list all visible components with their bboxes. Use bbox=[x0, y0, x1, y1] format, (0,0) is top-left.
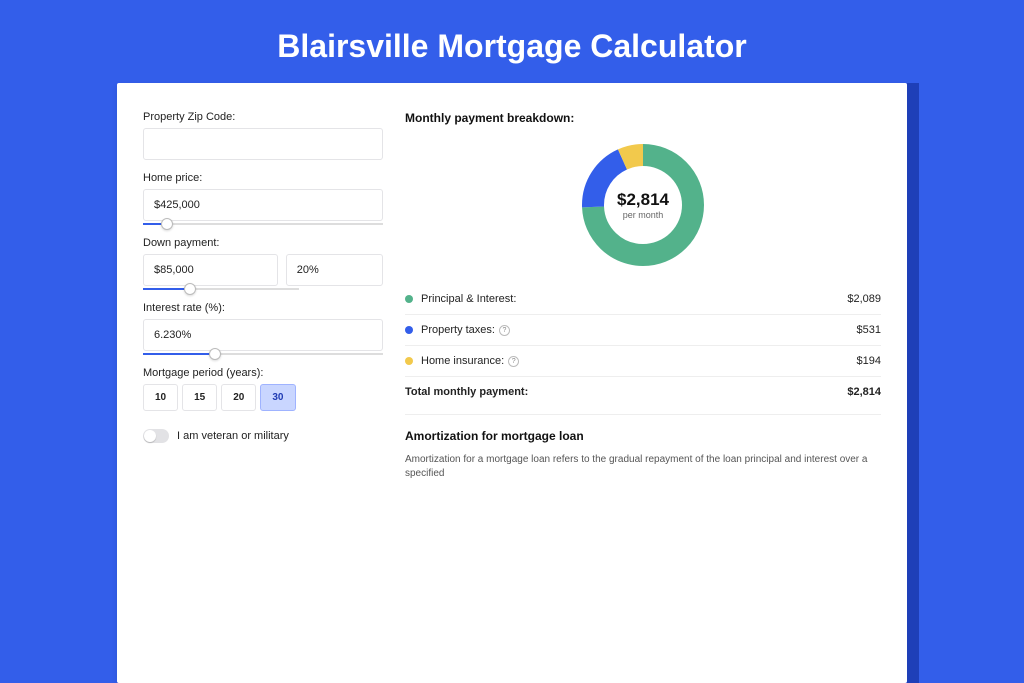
donut-chart: $2,814 per month bbox=[579, 141, 707, 269]
donut-value: $2,814 bbox=[617, 190, 669, 210]
legend-value: $194 bbox=[857, 355, 881, 367]
period-buttons: 10152030 bbox=[143, 384, 383, 411]
amortization-section: Amortization for mortgage loan Amortizat… bbox=[405, 414, 881, 481]
rate-group: Interest rate (%): bbox=[143, 302, 383, 355]
period-label: Mortgage period (years): bbox=[143, 367, 383, 379]
price-group: Home price: bbox=[143, 172, 383, 225]
calculator-card: Property Zip Code: Home price: Down paym… bbox=[117, 83, 907, 683]
legend-value: $531 bbox=[857, 324, 881, 336]
veteran-label: I am veteran or military bbox=[177, 430, 289, 442]
legend-dot-icon bbox=[405, 357, 413, 365]
legend-label: Property taxes:? bbox=[421, 324, 857, 336]
price-label: Home price: bbox=[143, 172, 383, 184]
down-amount-input[interactable] bbox=[143, 254, 278, 286]
legend-label: Home insurance:? bbox=[421, 355, 857, 367]
down-percent-input[interactable] bbox=[286, 254, 383, 286]
price-slider[interactable] bbox=[143, 223, 383, 225]
legend-row: Property taxes:?$531 bbox=[405, 315, 881, 346]
zip-label: Property Zip Code: bbox=[143, 111, 383, 123]
rate-input[interactable] bbox=[143, 319, 383, 351]
price-input[interactable] bbox=[143, 189, 383, 221]
down-slider[interactable] bbox=[143, 288, 299, 290]
legend-total-row: Total monthly payment:$2,814 bbox=[405, 377, 881, 398]
legend-dot-icon bbox=[405, 326, 413, 334]
period-group: Mortgage period (years): 10152030 bbox=[143, 367, 383, 411]
donut-sub: per month bbox=[617, 210, 669, 220]
amortization-title: Amortization for mortgage loan bbox=[405, 429, 881, 443]
slider-thumb-icon[interactable] bbox=[209, 348, 221, 360]
veteran-row: I am veteran or military bbox=[143, 429, 383, 443]
breakdown-panel: Monthly payment breakdown: $2,814 per mo… bbox=[405, 111, 881, 481]
info-icon[interactable]: ? bbox=[499, 325, 510, 336]
breakdown-title: Monthly payment breakdown: bbox=[405, 111, 881, 125]
legend: Principal & Interest:$2,089Property taxe… bbox=[405, 283, 881, 398]
legend-dot-icon bbox=[405, 295, 413, 303]
zip-group: Property Zip Code: bbox=[143, 111, 383, 160]
period-button-20[interactable]: 20 bbox=[221, 384, 256, 411]
rate-slider[interactable] bbox=[143, 353, 383, 355]
legend-row: Principal & Interest:$2,089 bbox=[405, 284, 881, 315]
total-value: $2,814 bbox=[847, 386, 881, 398]
period-button-10[interactable]: 10 bbox=[143, 384, 178, 411]
page-title: Blairsville Mortgage Calculator bbox=[0, 0, 1024, 83]
down-label: Down payment: bbox=[143, 237, 383, 249]
amortization-text: Amortization for a mortgage loan refers … bbox=[405, 453, 881, 481]
veteran-toggle[interactable] bbox=[143, 429, 169, 443]
rate-label: Interest rate (%): bbox=[143, 302, 383, 314]
total-label: Total monthly payment: bbox=[405, 386, 847, 398]
slider-thumb-icon[interactable] bbox=[184, 283, 196, 295]
down-group: Down payment: bbox=[143, 237, 383, 290]
zip-input[interactable] bbox=[143, 128, 383, 160]
info-icon[interactable]: ? bbox=[508, 356, 519, 367]
period-button-15[interactable]: 15 bbox=[182, 384, 217, 411]
legend-label: Principal & Interest: bbox=[421, 293, 847, 305]
legend-row: Home insurance:?$194 bbox=[405, 346, 881, 377]
period-button-30[interactable]: 30 bbox=[260, 384, 295, 411]
slider-thumb-icon[interactable] bbox=[161, 218, 173, 230]
form-panel: Property Zip Code: Home price: Down paym… bbox=[143, 111, 383, 481]
legend-value: $2,089 bbox=[847, 293, 881, 305]
